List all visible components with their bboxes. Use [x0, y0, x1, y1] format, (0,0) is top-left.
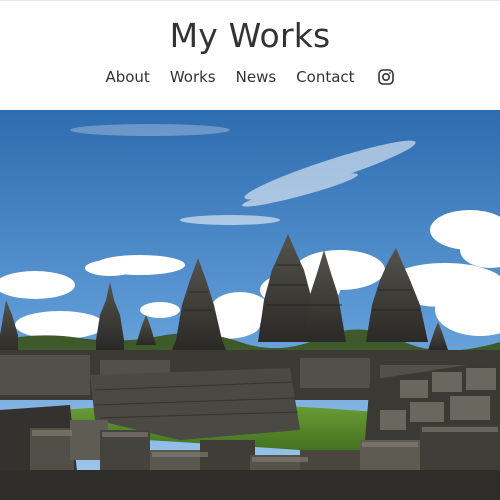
site-title[interactable]: My Works	[0, 16, 500, 56]
temple-ruins-photo	[0, 110, 500, 500]
hero-image	[0, 110, 500, 500]
global-nav: About Works News Contact	[0, 65, 500, 89]
nav-link-about[interactable]: About	[105, 65, 149, 89]
site-header: My Works About Works News Contact	[0, 0, 500, 110]
instagram-link[interactable]	[377, 68, 395, 86]
nav-link-contact[interactable]: Contact	[296, 65, 354, 89]
instagram-icon	[377, 69, 394, 85]
nav-link-works[interactable]: Works	[170, 65, 216, 89]
page: My Works About Works News Contact	[0, 0, 500, 500]
nav-link-news[interactable]: News	[236, 65, 277, 89]
